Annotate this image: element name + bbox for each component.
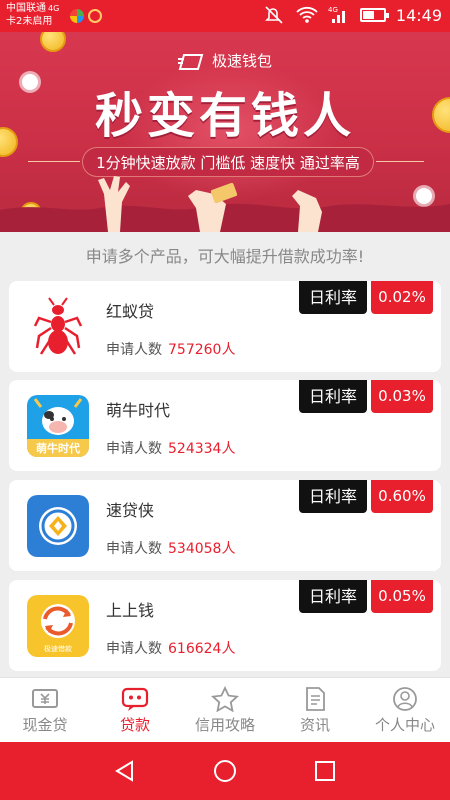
chat-icon [121,687,149,711]
nav-tab-profile[interactable]: 个人中心 [360,678,450,742]
product-card[interactable]: 极速借款 上上钱 申请人数 616624人 日利率 0.05% [9,580,441,671]
applicant-count: 申请人数 757260人 [106,342,236,358]
smiley-notification-icon [88,9,102,23]
nav-label: 贷款 [119,716,150,734]
signal-icon: 4G [328,6,345,23]
rate-value: 0.05% [371,580,433,613]
battery-fill [362,11,374,19]
rate-value: 0.03% [371,380,433,413]
carrier-info: 中国联通 4G 卡2未启用 [6,2,59,28]
rate-label: 日利率 [299,380,367,413]
svg-text:极速借款: 极速借款 [44,644,72,653]
nav-label: 现金贷 [22,716,68,734]
product-card[interactable]: 红蚁贷 申请人数 757260人 日利率 0.02% [9,281,441,372]
svg-text:4G: 4G [328,6,338,14]
applicant-count: 申请人数 616624人 [106,641,236,657]
nav-tab-news[interactable]: 资讯 [270,678,360,742]
coin-circle-icon [27,495,89,557]
promo-banner[interactable]: 极速钱包 秒变有钱人 1分钟快速放款 门槛低 速度快 通过率高 [0,32,450,232]
nav-tab-loan[interactable]: 贷款 [90,678,180,742]
product-name: 红蚁贷 [106,302,155,321]
nav-tab-cash-loan[interactable]: 现金贷 [0,678,90,742]
rate-label: 日利率 [299,281,367,314]
rate-value: 0.60% [371,480,433,513]
rate-value: 0.02% [371,281,433,314]
cash-icon [32,689,58,708]
cow-icon: 萌牛时代 [27,395,89,457]
network-type: 4G [48,4,60,13]
notification-icons [70,9,102,23]
document-icon [306,687,325,711]
status-bar: 中国联通 4G 卡2未启用 4G 14:49 [0,0,450,32]
rate-label: 日利率 [299,480,367,513]
svg-text:萌牛时代: 萌牛时代 [36,441,80,455]
swap-coin-icon: 极速借款 [27,595,89,657]
star-icon [210,686,240,712]
wallet-logo-icon [177,53,204,70]
nav-label: 个人中心 [374,716,435,734]
recent-apps-icon[interactable] [312,758,338,784]
nav-label: 资讯 [299,716,330,734]
bottom-navigation: 现金贷 贷款 信用攻略 资讯 个人中心 [0,677,450,742]
product-name: 上上钱 [106,601,155,620]
cheering-hands-illustration [0,176,450,232]
clock: 14:49 [395,5,442,25]
banner-headline: 秒变有钱人 [94,88,355,144]
product-card[interactable]: 速贷侠 申请人数 534058人 日利率 0.60% [9,480,441,571]
battery-icon [359,8,389,22]
status-icons: 4G 14:49 [264,5,442,25]
back-icon[interactable] [112,758,138,784]
nav-label: 信用攻略 [194,716,255,734]
nav-tab-credit-guide[interactable]: 信用攻略 [180,678,270,742]
carrier-name: 中国联通 [6,3,46,14]
applicant-count: 申请人数 524334人 [106,441,236,457]
coin-decoration [40,32,66,52]
list-subtitle: 申请多个产品，可大幅提升借款成功率! [0,232,450,282]
mute-icon [264,6,283,24]
applicant-count: 申请人数 534058人 [106,541,236,557]
product-card[interactable]: 萌牛时代 萌牛时代 申请人数 524334人 日利率 0.03% [9,380,441,471]
product-name: 速贷侠 [106,501,155,520]
product-name: 萌牛时代 [106,401,171,420]
app-notification-icon [70,9,84,23]
sim2-status: 卡2未启用 [6,16,53,27]
wifi-icon [296,6,318,23]
system-navigation-bar [0,742,450,800]
user-icon [393,687,417,711]
home-icon[interactable] [212,758,238,784]
rate-label: 日利率 [299,580,367,613]
brand-name: 极速钱包 [0,50,450,71]
red-ant-icon [33,297,83,355]
